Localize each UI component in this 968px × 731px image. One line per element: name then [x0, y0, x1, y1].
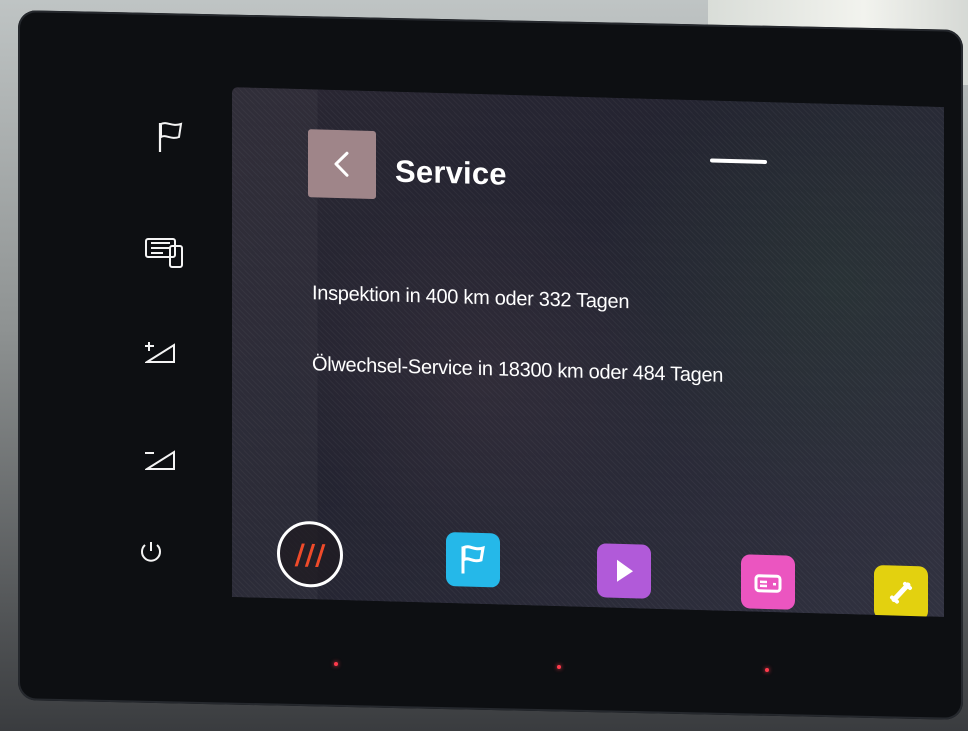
power-svg-icon	[141, 542, 161, 562]
indicator-light	[557, 665, 561, 669]
flag-icon	[461, 545, 485, 574]
chevron-left-icon	[334, 151, 349, 177]
car-infotainment-photo: Service Inspektion in 400 km oder 332 Ta…	[0, 0, 968, 731]
phone-screen-svg-icon	[145, 238, 183, 268]
play-icon	[617, 559, 633, 582]
indicator-light	[765, 668, 769, 672]
phone-button[interactable]	[874, 564, 928, 617]
radio-button[interactable]	[741, 554, 795, 610]
navigation-button[interactable]	[446, 532, 500, 588]
flag-svg-icon	[158, 122, 183, 152]
volume-up-icon[interactable]	[143, 338, 177, 372]
back-button[interactable]	[308, 129, 376, 200]
page-title: Service	[395, 153, 507, 192]
menu-icon: ///	[294, 537, 326, 572]
power-icon[interactable]	[139, 540, 162, 563]
inspection-info: Inspektion in 400 km oder 332 Tagen	[312, 282, 630, 314]
menu-button[interactable]: ///	[277, 520, 343, 589]
indicator-light	[334, 662, 338, 666]
page-indicator	[710, 158, 767, 164]
oil-service-info: Ölwechsel-Service in 18300 km oder 484 T…	[312, 353, 724, 387]
radio-icon	[754, 574, 782, 593]
phone-icon	[890, 581, 912, 604]
infotainment-screen: Service Inspektion in 400 km oder 332 Ta…	[232, 87, 944, 617]
phone-screen-icon[interactable]	[145, 235, 187, 273]
volume-up-svg-icon	[143, 342, 175, 363]
flag-icon[interactable]	[156, 120, 186, 159]
volume-down-svg-icon	[143, 450, 175, 470]
volume-down-icon[interactable]	[143, 445, 177, 479]
media-button[interactable]	[597, 543, 651, 599]
